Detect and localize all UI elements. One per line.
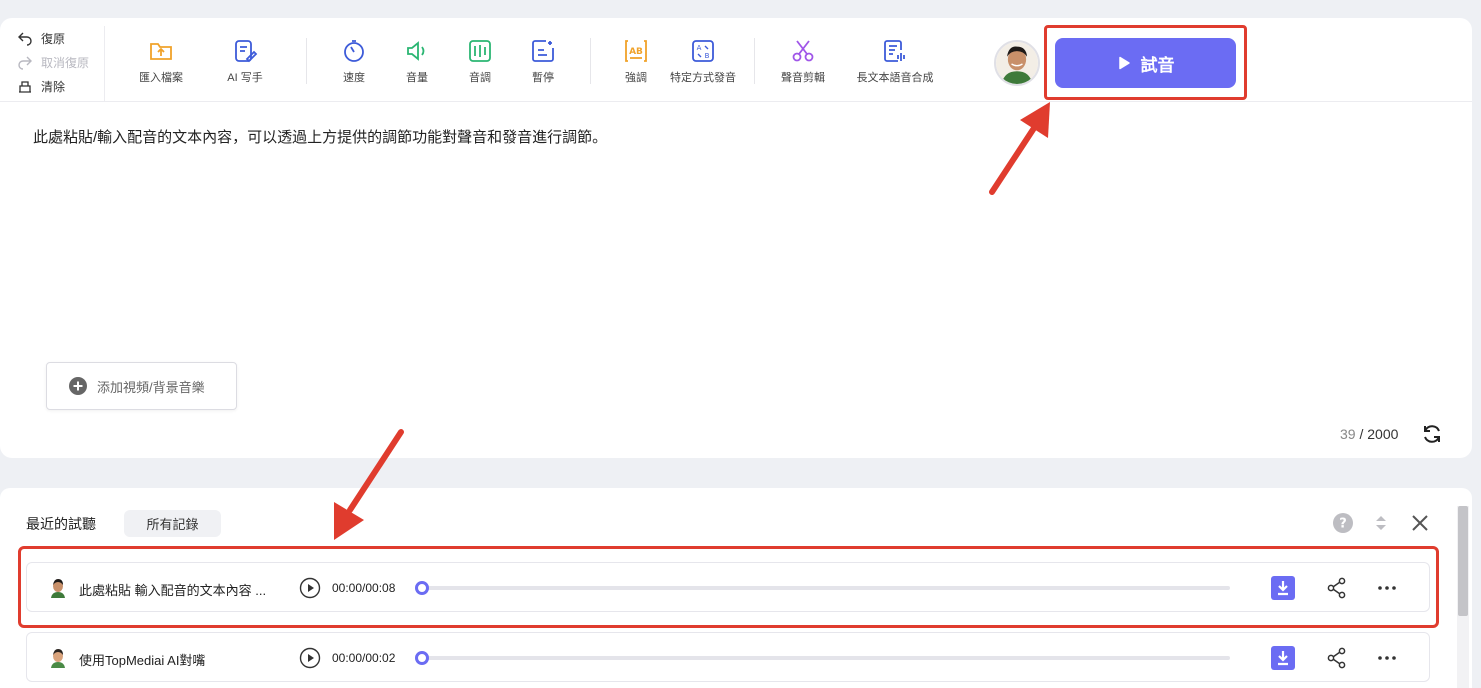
clear-button[interactable]: 清除 [17,74,104,98]
redo-button[interactable]: 取消復原 [17,50,104,74]
voice-avatar[interactable] [994,40,1040,86]
play-circle-icon[interactable] [299,647,321,669]
history-record-row[interactable]: 使用TopMediai AI對嘴 00:00/00:02 [26,632,1430,682]
tool-import-file[interactable]: 匯入檔案 [126,38,196,85]
tool-speed[interactable]: 速度 [319,38,389,85]
svg-text:A: A [697,44,702,52]
redo-label: 取消復原 [41,55,90,70]
volume-icon [407,41,425,61]
tool-label: AI 写手 [227,72,263,84]
ai-writer-icon [235,40,258,63]
tool-ai-writer[interactable]: AI 写手 [210,38,280,85]
tool-label: 暫停 [532,72,554,84]
emphasis-icon: AB [625,40,647,62]
try-button-highlight: 試音 [1044,25,1247,100]
svg-text:?: ? [1339,517,1347,532]
plus-circle-icon [69,377,87,395]
tool-label: 匯入檔案 [139,72,183,84]
toolbar-divider [306,38,307,84]
toolbar-divider [754,38,755,84]
record-title: 使用TopMediai AI對嘴 [79,653,206,668]
try-voice-button[interactable]: 試音 [1055,38,1236,88]
try-voice-label: 試音 [1140,55,1175,75]
editor-card: 復原 取消復原 清除 匯入檔案 AI 写手 速度 音量 音調 暫停 AB 強調 … [0,18,1472,458]
tool-pitch[interactable]: 音調 [445,38,515,85]
speaker-avatar-small [51,649,65,668]
char-counter: 39 / 2000 [1340,426,1398,442]
pause-icon [532,40,554,62]
eraser-icon [19,81,31,93]
add-media-label: 添加視頻/背景音樂 [97,379,205,395]
panel-title: 最近的試聽 [26,516,96,532]
record-row-highlight [18,546,1439,628]
tool-label: 長文本語音合成 [856,72,934,84]
undo-icon [18,32,32,46]
undo-label: 復原 [41,31,66,46]
toolbar-divider [590,38,591,84]
scissors-icon [792,40,814,62]
text-editor[interactable]: 此處粘貼/輸入配音的文本內容，可以透過上方提供的調節功能對聲音和發音進行調節。 [33,126,607,147]
toolbar: 復原 取消復原 清除 匯入檔案 AI 写手 速度 音量 音調 暫停 AB 強調 … [0,18,1472,102]
tool-volume[interactable]: 音量 [382,38,452,85]
tool-voice-clip[interactable]: 聲音剪輯 [768,38,838,85]
play-icon [1118,56,1130,70]
undo-button[interactable]: 復原 [17,26,104,50]
close-icon[interactable] [1409,512,1431,534]
refresh-icon[interactable] [1421,423,1443,445]
svg-text:B: B [705,52,710,60]
redo-icon [18,56,32,70]
char-count: 39 [1340,426,1356,442]
clear-label: 清除 [41,79,66,94]
tool-label: 特定方式發音 [670,72,736,84]
download-icon [1278,651,1288,666]
tool-label: 強調 [625,72,647,84]
char-limit: / 2000 [1359,426,1399,442]
tool-pause[interactable]: 暫停 [508,38,578,85]
tool-label: 音調 [469,72,491,84]
progress-track[interactable] [422,656,1230,660]
tool-label: 音量 [406,72,428,84]
progress-knob[interactable] [415,651,429,665]
more-icon[interactable] [1375,646,1399,670]
help-icon[interactable]: ? [1332,512,1354,534]
folder-import-icon [150,43,172,60]
scrollbar-thumb[interactable] [1458,506,1468,616]
all-records-button[interactable]: 所有記錄 [124,510,221,537]
speaker-avatar-image [996,42,1038,84]
history-controls: 復原 取消復原 清除 [17,26,105,102]
long-text-icon [884,40,905,62]
record-time: 00:00/00:02 [332,651,396,665]
tool-pronunciation[interactable]: AB 特定方式發音 [668,38,738,85]
tool-long-text[interactable]: 長文本語音合成 [857,38,934,85]
speed-icon [344,40,364,62]
share-icon[interactable] [1325,646,1349,670]
svg-text:AB: AB [629,47,643,57]
tool-label: 速度 [343,72,365,84]
tool-emphasis[interactable]: AB 強調 [601,38,671,85]
pronunciation-icon: AB [692,40,714,62]
pitch-icon [469,40,491,62]
sort-icon[interactable] [1370,512,1392,534]
tool-label: 聲音剪輯 [781,72,825,84]
add-media-button[interactable]: 添加視頻/背景音樂 [46,362,237,410]
download-button[interactable] [1271,646,1295,670]
